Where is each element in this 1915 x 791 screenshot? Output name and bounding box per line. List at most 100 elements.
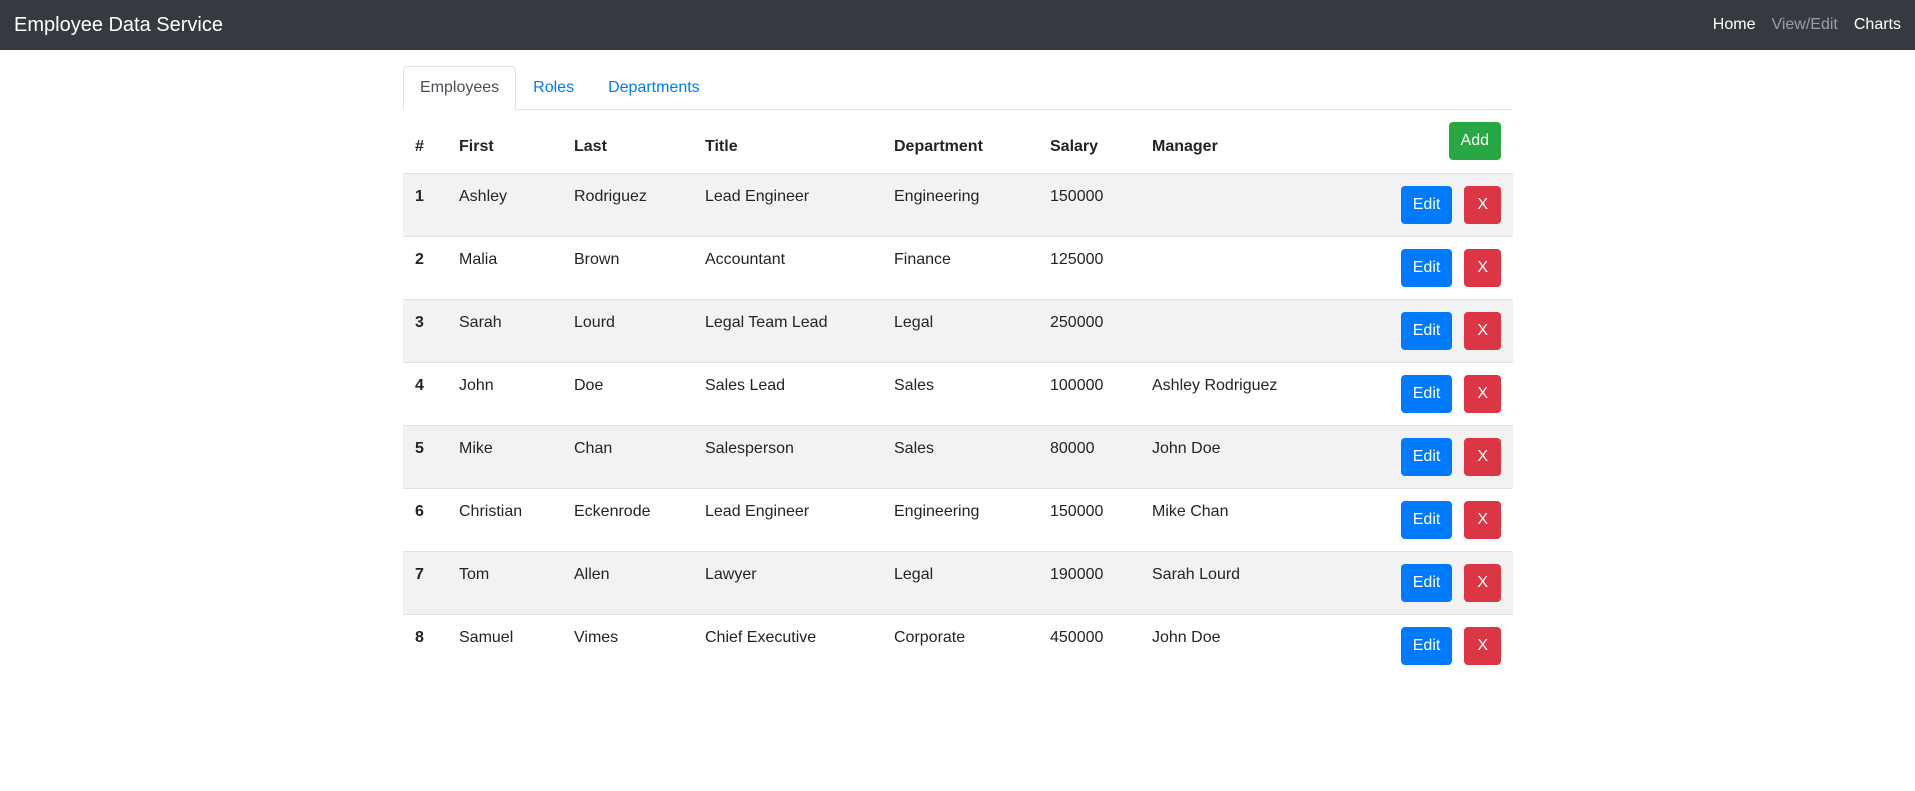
add-button[interactable]: Add <box>1448 122 1501 161</box>
cell-number: 7 <box>403 550 447 614</box>
table-row: 5 Mike Chan Salesperson Sales 80000 John Doe Ed… <box>403 424 1513 488</box>
edit-button[interactable]: Edit <box>1400 248 1453 287</box>
cell-department: Corporate <box>882 613 1038 677</box>
table-row: 4 John Doe Sales Lead Sales 100000 Ashley Rodr… <box>403 361 1513 425</box>
cell-title: Accountant <box>693 235 882 299</box>
cell-department: Sales <box>882 361 1038 425</box>
main-container: Employees Roles Departments # First Last… <box>403 66 1513 677</box>
cell-first: Samuel <box>447 613 562 677</box>
cell-title: Lawyer <box>693 550 882 614</box>
edit-button[interactable]: Edit <box>1400 626 1453 665</box>
delete-button[interactable]: X <box>1464 437 1501 476</box>
cell-salary: 150000 <box>1038 172 1140 236</box>
col-header-last: Last <box>562 110 693 174</box>
nav-links: Home View/Edit Charts <box>1713 16 1901 34</box>
delete-button[interactable]: X <box>1464 563 1501 602</box>
cell-salary: 125000 <box>1038 235 1140 299</box>
delete-button[interactable]: X <box>1464 311 1501 350</box>
cell-actions: Edit X <box>1372 550 1513 614</box>
nav-link-charts[interactable]: Charts <box>1854 16 1901 34</box>
top-navbar: Employee Data Service Home View/Edit Cha… <box>0 0 1915 50</box>
cell-salary: 100000 <box>1038 361 1140 425</box>
col-header-title: Title <box>693 110 882 174</box>
cell-number: 3 <box>403 298 447 362</box>
cell-last: Eckenrode <box>562 487 693 551</box>
cell-title: Lead Engineer <box>693 172 882 236</box>
nav-link-view-edit[interactable]: View/Edit <box>1771 16 1837 34</box>
tab-employees[interactable]: Employees <box>403 66 517 110</box>
cell-number: 8 <box>403 613 447 677</box>
cell-actions: Edit X <box>1372 361 1513 425</box>
nav-link-home[interactable]: Home <box>1713 16 1756 34</box>
cell-last: Brown <box>562 235 693 299</box>
cell-last: Rodriguez <box>562 172 693 236</box>
cell-department: Engineering <box>882 487 1038 551</box>
table-row: 7 Tom Allen Lawyer Legal 190000 Sarah Lourd Edi… <box>403 550 1513 614</box>
navbar-brand[interactable]: Employee Data Service <box>14 14 223 37</box>
cell-department: Finance <box>882 235 1038 299</box>
cell-manager: John Doe <box>1140 613 1372 677</box>
delete-button[interactable]: X <box>1464 500 1501 539</box>
cell-salary: 250000 <box>1038 298 1140 362</box>
cell-actions: Edit X <box>1372 298 1513 362</box>
cell-title: Sales Lead <box>693 361 882 425</box>
cell-salary: 450000 <box>1038 613 1140 677</box>
edit-button[interactable]: Edit <box>1400 374 1453 413</box>
table-row: 1 Ashley Rodriguez Lead Engineer Engineering… <box>403 172 1513 236</box>
cell-title: Legal Team Lead <box>693 298 882 362</box>
cell-first: Sarah <box>447 298 562 362</box>
tab-roles[interactable]: Roles <box>516 66 591 110</box>
cell-number: 2 <box>403 235 447 299</box>
col-header-department: Department <box>882 110 1038 174</box>
cell-last: Chan <box>562 424 693 488</box>
tab-departments[interactable]: Departments <box>591 66 717 110</box>
cell-salary: 150000 <box>1038 487 1140 551</box>
cell-salary: 80000 <box>1038 424 1140 488</box>
cell-last: Doe <box>562 361 693 425</box>
delete-button[interactable]: X <box>1464 374 1501 413</box>
edit-button[interactable]: Edit <box>1400 437 1453 476</box>
edit-button[interactable]: Edit <box>1400 185 1453 224</box>
cell-salary: 190000 <box>1038 550 1140 614</box>
cell-actions: Edit X <box>1372 172 1513 236</box>
table-header-row: # First Last Title Department Salary Man… <box>403 110 1513 174</box>
table-row: 8 Samuel Vimes Chief Executive Corporate 4500… <box>403 613 1513 677</box>
col-header-salary: Salary <box>1038 110 1140 174</box>
col-header-manager: Manager <box>1140 110 1372 174</box>
cell-first: Christian <box>447 487 562 551</box>
cell-number: 6 <box>403 487 447 551</box>
cell-first: Mike <box>447 424 562 488</box>
table-body: 1 Ashley Rodriguez Lead Engineer Engineering… <box>403 172 1513 677</box>
cell-last: Vimes <box>562 613 693 677</box>
delete-button[interactable]: X <box>1464 185 1501 224</box>
delete-button[interactable]: X <box>1464 626 1501 665</box>
cell-actions: Edit X <box>1372 424 1513 488</box>
cell-first: John <box>447 361 562 425</box>
cell-manager: John Doe <box>1140 424 1372 488</box>
cell-manager: Sarah Lourd <box>1140 550 1372 614</box>
edit-button[interactable]: Edit <box>1400 563 1453 602</box>
cell-manager <box>1140 172 1372 236</box>
cell-manager: Mike Chan <box>1140 487 1372 551</box>
cell-department: Sales <box>882 424 1038 488</box>
table-row: 2 Malia Brown Accountant Finance 125000 Edit X <box>403 235 1513 299</box>
cell-first: Tom <box>447 550 562 614</box>
cell-manager <box>1140 235 1372 299</box>
cell-actions: Edit X <box>1372 487 1513 551</box>
edit-button[interactable]: Edit <box>1400 500 1453 539</box>
table-row: 3 Sarah Lourd Legal Team Lead Legal 250000 Edi… <box>403 298 1513 362</box>
table-row: 6 Christian Eckenrode Lead Engineer Engineer… <box>403 487 1513 551</box>
cell-number: 1 <box>403 172 447 236</box>
delete-button[interactable]: X <box>1464 248 1501 287</box>
cell-title: Salesperson <box>693 424 882 488</box>
cell-actions: Edit X <box>1372 235 1513 299</box>
cell-department: Engineering <box>882 172 1038 236</box>
col-header-actions: Add <box>1372 110 1513 174</box>
cell-title: Lead Engineer <box>693 487 882 551</box>
tab-bar: Employees Roles Departments <box>403 66 1513 110</box>
col-header-first: First <box>447 110 562 174</box>
edit-button[interactable]: Edit <box>1400 311 1453 350</box>
cell-manager <box>1140 298 1372 362</box>
col-header-number: # <box>403 110 447 174</box>
cell-title: Chief Executive <box>693 613 882 677</box>
